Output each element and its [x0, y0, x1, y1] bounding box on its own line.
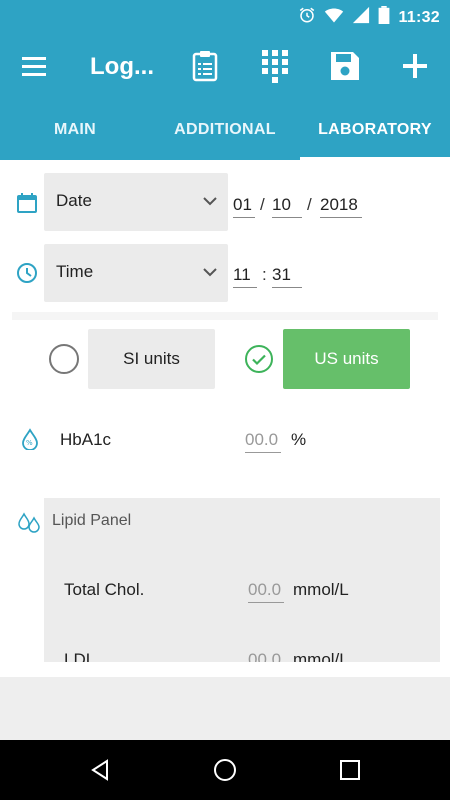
lipid-drops-icon — [16, 512, 42, 536]
date-separator: / — [307, 195, 312, 214]
ldl-label: LDL — [64, 650, 96, 662]
lipid-panel-title: Lipid Panel — [52, 512, 132, 529]
check-circle-icon[interactable] — [244, 344, 274, 374]
hour-field[interactable]: 11 — [233, 265, 257, 288]
time-select[interactable]: Time — [44, 244, 228, 302]
total-chol-unit: mmol/L — [293, 580, 349, 599]
hba1c-label: HbA1c — [60, 430, 112, 449]
hba1c-unit: % — [291, 430, 307, 449]
ldl-unit: mmol/L — [293, 650, 349, 662]
clock-icon — [16, 262, 40, 286]
back-icon[interactable] — [88, 758, 112, 782]
tab-laboratory[interactable]: LABORATORY — [300, 102, 450, 160]
minute-field[interactable]: 31 — [272, 265, 302, 288]
si-units-radio[interactable] — [49, 344, 79, 374]
calendar-icon — [16, 192, 40, 216]
save-icon[interactable] — [327, 48, 363, 84]
home-icon[interactable] — [213, 758, 237, 782]
battery-icon — [378, 6, 390, 29]
date-separator: / — [260, 195, 265, 214]
signal-icon — [352, 6, 370, 29]
time-separator: : — [262, 265, 267, 284]
ldl-input[interactable]: 00.0 — [248, 650, 284, 662]
date-select[interactable]: Date — [44, 173, 228, 231]
page-title: Log... — [90, 53, 154, 80]
laboratory-form: Date 01 / / 10 2018 Time 11 : 31 SI unit… — [0, 160, 450, 662]
us-units-button[interactable]: US units — [283, 329, 410, 389]
svg-text:%: % — [26, 439, 33, 447]
clipboard-icon[interactable] — [187, 48, 223, 84]
wifi-icon — [324, 6, 344, 29]
drop-percent-icon: % — [20, 428, 44, 452]
year-field[interactable]: 2018 — [320, 195, 362, 218]
tab-bar: MAIN ADDITIONAL LABORATORY — [0, 102, 450, 160]
month-field[interactable]: 10 — [272, 195, 302, 218]
system-nav-bar — [0, 740, 450, 800]
keypad-icon[interactable] — [257, 48, 293, 84]
chevron-down-icon — [202, 193, 218, 209]
tab-main[interactable]: MAIN — [0, 102, 150, 160]
app-bar: Log... — [0, 32, 450, 102]
hba1c-input[interactable]: 00.0 — [245, 430, 281, 453]
total-chol-input[interactable]: 00.0 — [248, 580, 284, 603]
total-chol-label: Total Chol. — [64, 580, 145, 599]
recents-icon[interactable] — [338, 758, 362, 782]
hamburger-menu-icon[interactable] — [20, 52, 50, 82]
day-field[interactable]: 01 — [233, 195, 255, 218]
date-select-label: Date — [56, 191, 92, 210]
status-bar: 11:32 — [0, 0, 450, 32]
lipid-panel: Lipid Panel Total Chol. 00.0 mmol/L LDL … — [44, 498, 440, 662]
status-time: 11:32 — [398, 8, 440, 26]
tab-additional[interactable]: ADDITIONAL — [150, 102, 300, 160]
plus-icon[interactable] — [397, 48, 433, 84]
si-units-button[interactable]: SI units — [88, 329, 215, 389]
alarm-icon — [298, 6, 316, 29]
chevron-down-icon — [202, 264, 218, 280]
time-select-label: Time — [56, 262, 94, 281]
section-divider — [12, 312, 438, 320]
bottom-panel — [0, 677, 450, 740]
